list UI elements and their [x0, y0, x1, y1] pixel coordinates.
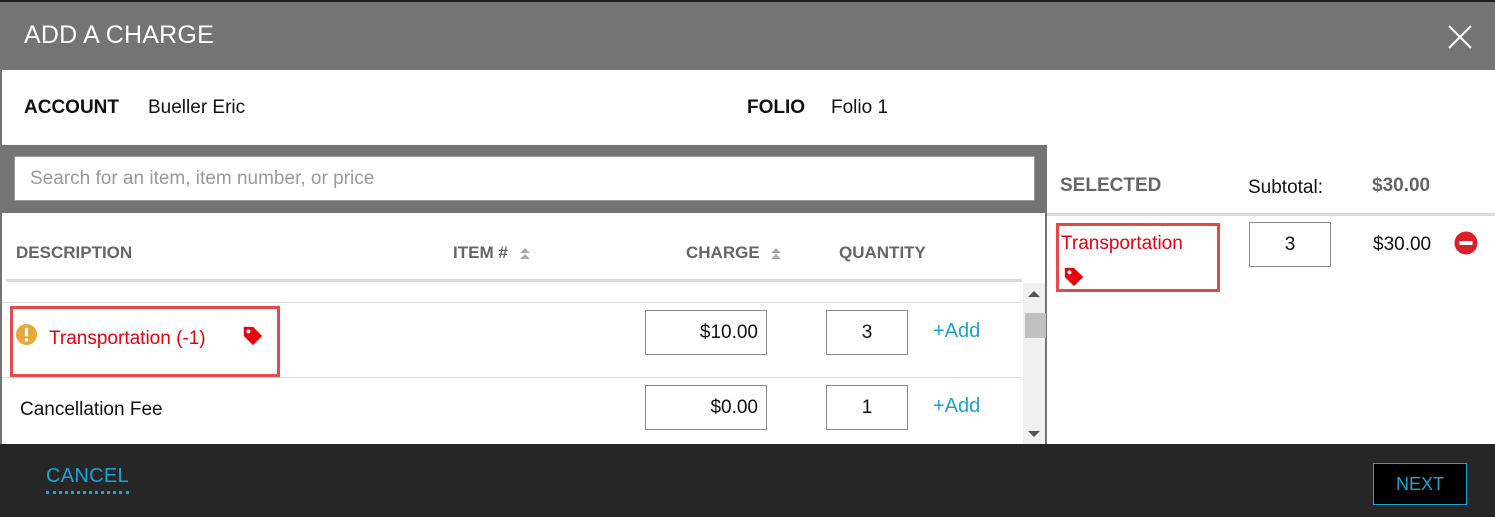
search-bar: [2, 145, 1047, 213]
quantity-input[interactable]: [826, 385, 908, 430]
selected-pane: SELECTED Subtotal: $30.00 Transportation…: [1047, 145, 1495, 446]
column-header-description[interactable]: DESCRIPTION: [16, 243, 132, 263]
item-description: Transportation (-1): [49, 328, 206, 349]
selected-item-amount: $30.00: [1373, 234, 1432, 255]
add-charge-dialog: ADD A CHARGE ACCOUNT Bueller Eric FOLIO …: [0, 2, 1495, 517]
close-icon[interactable]: [1446, 23, 1474, 51]
account-label: ACCOUNT: [24, 97, 119, 118]
table-row[interactable]: Transportation (-1) +Add: [2, 302, 1022, 377]
sort-icon[interactable]: [519, 247, 531, 261]
charge-input[interactable]: [645, 310, 767, 355]
column-header-item-number[interactable]: ITEM #: [453, 243, 531, 263]
scroll-down-arrow-icon[interactable]: [1028, 431, 1040, 437]
subtotal-value: $30.00: [1372, 175, 1431, 196]
folio-label: FOLIO: [747, 97, 806, 118]
column-header-label: ITEM #: [453, 243, 508, 262]
price-tag-icon: [243, 326, 263, 346]
price-tag-icon: [1064, 267, 1084, 287]
subtotal-label: Subtotal:: [1248, 177, 1323, 198]
account-bar: ACCOUNT Bueller Eric FOLIO Folio 1: [0, 70, 1495, 145]
column-header-label: QUANTITY: [839, 243, 926, 262]
dialog-header: ADD A CHARGE: [0, 2, 1495, 70]
selected-quantity-input[interactable]: [1249, 222, 1331, 267]
column-header-label: DESCRIPTION: [16, 243, 133, 262]
next-button[interactable]: NEXT: [1373, 463, 1467, 505]
search-input[interactable]: [14, 156, 1035, 201]
scrollbar-thumb[interactable]: [1025, 313, 1046, 338]
sort-icon[interactable]: [770, 247, 782, 261]
selected-item-name: Transportation: [1061, 233, 1183, 254]
charge-input[interactable]: [645, 385, 767, 430]
item-list-pane: DESCRIPTION ITEM # CHARGE QUANTITY: [0, 145, 1047, 446]
account-value: Bueller Eric: [148, 97, 246, 118]
remove-icon[interactable]: [1454, 231, 1478, 255]
add-button[interactable]: +Add: [933, 395, 980, 418]
item-description: Cancellation Fee: [20, 399, 163, 420]
selected-divider: [1047, 213, 1495, 216]
folio-value: Folio 1: [831, 97, 889, 118]
scroll-up-arrow-icon[interactable]: [1028, 291, 1040, 297]
selected-item: Transportation: [1056, 223, 1220, 292]
scrollbar[interactable]: [1023, 283, 1046, 446]
item-rows: Transportation (-1) +Add Cancellation Fe…: [2, 282, 1022, 446]
dialog-title: ADD A CHARGE: [24, 21, 214, 49]
column-header-label: CHARGE: [686, 243, 760, 262]
dialog-footer: CANCEL NEXT: [0, 444, 1495, 517]
selected-title: SELECTED: [1060, 175, 1162, 196]
column-header-charge[interactable]: CHARGE: [686, 243, 782, 263]
add-button[interactable]: +Add: [933, 320, 980, 343]
quantity-input[interactable]: [826, 310, 908, 355]
column-header-quantity: QUANTITY: [839, 243, 926, 263]
table-row[interactable]: Cancellation Fee +Add: [2, 377, 1022, 446]
warning-icon: [15, 323, 38, 346]
cancel-button[interactable]: CANCEL: [46, 465, 129, 494]
